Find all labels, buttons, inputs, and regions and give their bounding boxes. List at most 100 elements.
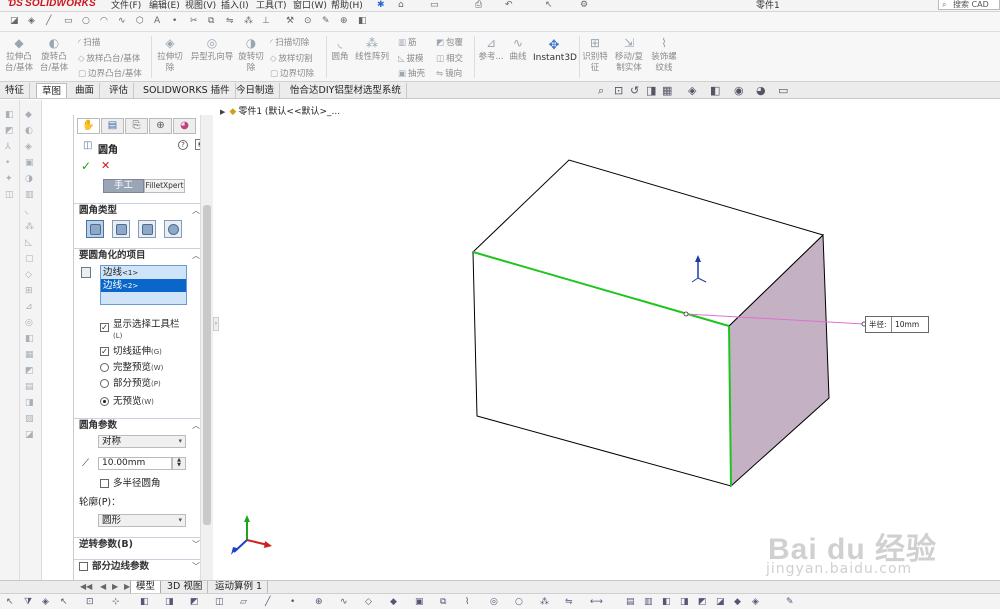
tab-manufacturing[interactable]: 今日制造	[231, 83, 281, 98]
extrude-cut-button[interactable]: ◈ 拉伸切 除	[155, 37, 185, 74]
annotation-icon[interactable]: ◩	[190, 597, 199, 607]
mate-icon[interactable]: ⧉	[440, 597, 446, 607]
tool-icon[interactable]: ▣	[25, 158, 34, 168]
items-to-fillet-list[interactable]: 边线<1> 边线<2>	[100, 265, 187, 305]
multiple-radius-checkbox[interactable]	[100, 479, 109, 488]
tool-icon[interactable]: ◩	[5, 126, 14, 136]
section-view-icon[interactable]: ◨	[646, 84, 656, 97]
zoom-area-icon[interactable]: ⊡	[614, 84, 623, 97]
offset-icon[interactable]: ⧉	[208, 16, 214, 26]
partial-edge-parameters-header[interactable]: 部分边线参数 ﹀	[74, 559, 204, 573]
mirror-button[interactable]: ⇋ 镜向	[436, 67, 462, 79]
tool-icon[interactable]: ◪	[25, 430, 34, 440]
panel-collapse-handle[interactable]: ›	[213, 317, 219, 331]
shaded-sketch-icon[interactable]: ◧	[358, 16, 367, 26]
pin-icon[interactable]: ✱	[377, 0, 385, 10]
select-icon[interactable]: ↖	[545, 0, 553, 10]
view-front-icon[interactable]: ▤	[626, 597, 635, 607]
setback-parameters-header[interactable]: 逆转参数(B) ﹀	[74, 537, 204, 551]
list-item[interactable]: 边线<1>	[101, 266, 186, 279]
tool-icon[interactable]: ◆	[25, 110, 32, 120]
view-orientation-triad[interactable]	[231, 515, 272, 555]
radius-dimension-callout[interactable]: 半径: 10mm	[865, 316, 929, 333]
partial-preview-radio[interactable]	[100, 379, 109, 388]
curves-button[interactable]: ∿ 曲线	[507, 37, 529, 63]
smart-dimension-icon[interactable]: ◈	[28, 16, 35, 26]
view-orientation-icon[interactable]: ◈	[688, 84, 696, 97]
items-to-fillet-header[interactable]: 要圆角化的项目 ︿	[74, 248, 204, 262]
partial-edge-checkbox[interactable]	[79, 562, 88, 571]
selected-edge-1[interactable]	[472, 251, 730, 327]
repair-sketch-icon[interactable]: ⚒	[286, 16, 294, 26]
cosmetic-thread-button[interactable]: ⌇ 装饰螺 纹线	[649, 37, 679, 74]
scene-icon[interactable]: ▭	[778, 84, 788, 97]
tool-icon[interactable]: ▤	[25, 382, 34, 392]
tool-icon[interactable]: ◎	[25, 318, 33, 328]
wrap-button[interactable]: ◩ 包覆	[436, 36, 463, 48]
dimxpert-manager-tab[interactable]: ⊕	[149, 118, 172, 134]
boundary-boss-button[interactable]: ▢ 边界凸台/基体	[78, 67, 142, 79]
rebuild-icon[interactable]: ✎	[786, 597, 794, 607]
measure-icon[interactable]: ⟷	[590, 597, 603, 607]
filletxpert-tab-button[interactable]: FilletXpert	[144, 179, 185, 193]
filter-vertices-icon[interactable]: ⊡	[86, 597, 94, 607]
fillet-method-select[interactable]: 对称 ▾	[98, 435, 186, 448]
draft-button[interactable]: ◺ 拔模	[398, 52, 424, 64]
view-right-icon[interactable]: ◨	[680, 597, 689, 607]
loop-icon[interactable]: ◎	[490, 597, 498, 607]
appearance-icon[interactable]: ◕	[756, 84, 766, 97]
point-icon[interactable]: •	[290, 597, 295, 607]
previous-view-icon[interactable]: ↺	[630, 84, 639, 97]
scrollbar-thumb[interactable]	[203, 205, 211, 525]
curve-icon[interactable]: ∿	[340, 597, 348, 607]
fillet-parameters-header[interactable]: 圆角参数 ︿	[74, 418, 204, 432]
no-preview-radio[interactable]	[100, 397, 109, 406]
tool-icon[interactable]: ◐	[25, 126, 33, 136]
tool-icon[interactable]: ◨	[25, 398, 34, 408]
tool-icon[interactable]: ◟	[25, 206, 29, 216]
menu-insert[interactable]: 插入(I)	[221, 0, 249, 11]
box-front-face[interactable]	[472, 251, 732, 487]
reference-geometry-button[interactable]: ⊿ 参考...	[477, 37, 505, 63]
instant3d-button[interactable]: ✥ Instant3D	[533, 38, 577, 63]
tab-solidworks-addins[interactable]: SOLIDWORKS 插件	[138, 83, 236, 98]
trim-icon[interactable]: ✂	[190, 16, 198, 26]
rapid-sketch-icon[interactable]: ✎	[322, 16, 330, 26]
menu-edit[interactable]: 编辑(E)	[149, 0, 180, 11]
show-selection-toolbar-checkbox[interactable]: ✓	[100, 323, 109, 332]
fillet-button[interactable]: ◟ 圆角	[329, 37, 351, 63]
tool-icon[interactable]: ◑	[25, 174, 33, 184]
menu-file[interactable]: 文件(F)	[111, 0, 141, 11]
menu-tools[interactable]: 工具(T)	[256, 0, 287, 11]
axis-icon[interactable]: ╱	[265, 597, 270, 607]
coordinate-icon[interactable]: ⊕	[315, 597, 323, 607]
tool-icon[interactable]: ⁂	[25, 222, 34, 232]
lofted-cut-button[interactable]: ◇ 放样切割	[270, 52, 313, 64]
ok-button[interactable]: ✓	[81, 159, 91, 173]
tool-icon[interactable]: ⅄	[5, 142, 11, 152]
tool-icon[interactable]: ◧	[25, 334, 34, 344]
variable-radius-fillet-button[interactable]	[112, 220, 130, 238]
tool-icon[interactable]: ◧	[5, 110, 14, 120]
tool-icon[interactable]: ◺	[25, 238, 32, 248]
instant2d-icon[interactable]: ⊕	[340, 16, 348, 26]
full-round-fillet-button[interactable]	[164, 220, 182, 238]
search-input[interactable]: ⌕ 搜索 CAD	[938, 0, 1000, 10]
configuration-manager-tab[interactable]: ⎘	[125, 118, 148, 134]
revolve-boss-button[interactable]: ◐ 旋转凸 台/基体	[36, 37, 72, 74]
view-top-icon[interactable]: ◩	[698, 597, 707, 607]
tab-evaluate[interactable]: 评估	[104, 83, 135, 98]
menu-view[interactable]: 视图(V)	[185, 0, 216, 11]
solid-icon[interactable]: ◆	[390, 597, 397, 607]
box-right-face[interactable]	[728, 233, 830, 488]
tab-aluminum-profile[interactable]: 怡合达DIY铝型材选型系统	[285, 83, 407, 98]
component-icon[interactable]: ▣	[415, 597, 424, 607]
tool-icon[interactable]: ✦	[5, 174, 13, 184]
move-copy-body-button[interactable]: ⇲ 移动/复 制实体	[612, 37, 646, 74]
rib-button[interactable]: ▥ 筋	[398, 36, 417, 48]
extrude-boss-button[interactable]: ◆ 拉伸凸 台/基体	[4, 37, 34, 74]
sketch-entity-icon[interactable]: ◧	[140, 597, 149, 607]
relations-icon[interactable]: ⊥	[262, 16, 270, 26]
tool-icon[interactable]: ▧	[25, 414, 34, 424]
radius-stepper[interactable]: ▲ ▼	[172, 457, 186, 470]
